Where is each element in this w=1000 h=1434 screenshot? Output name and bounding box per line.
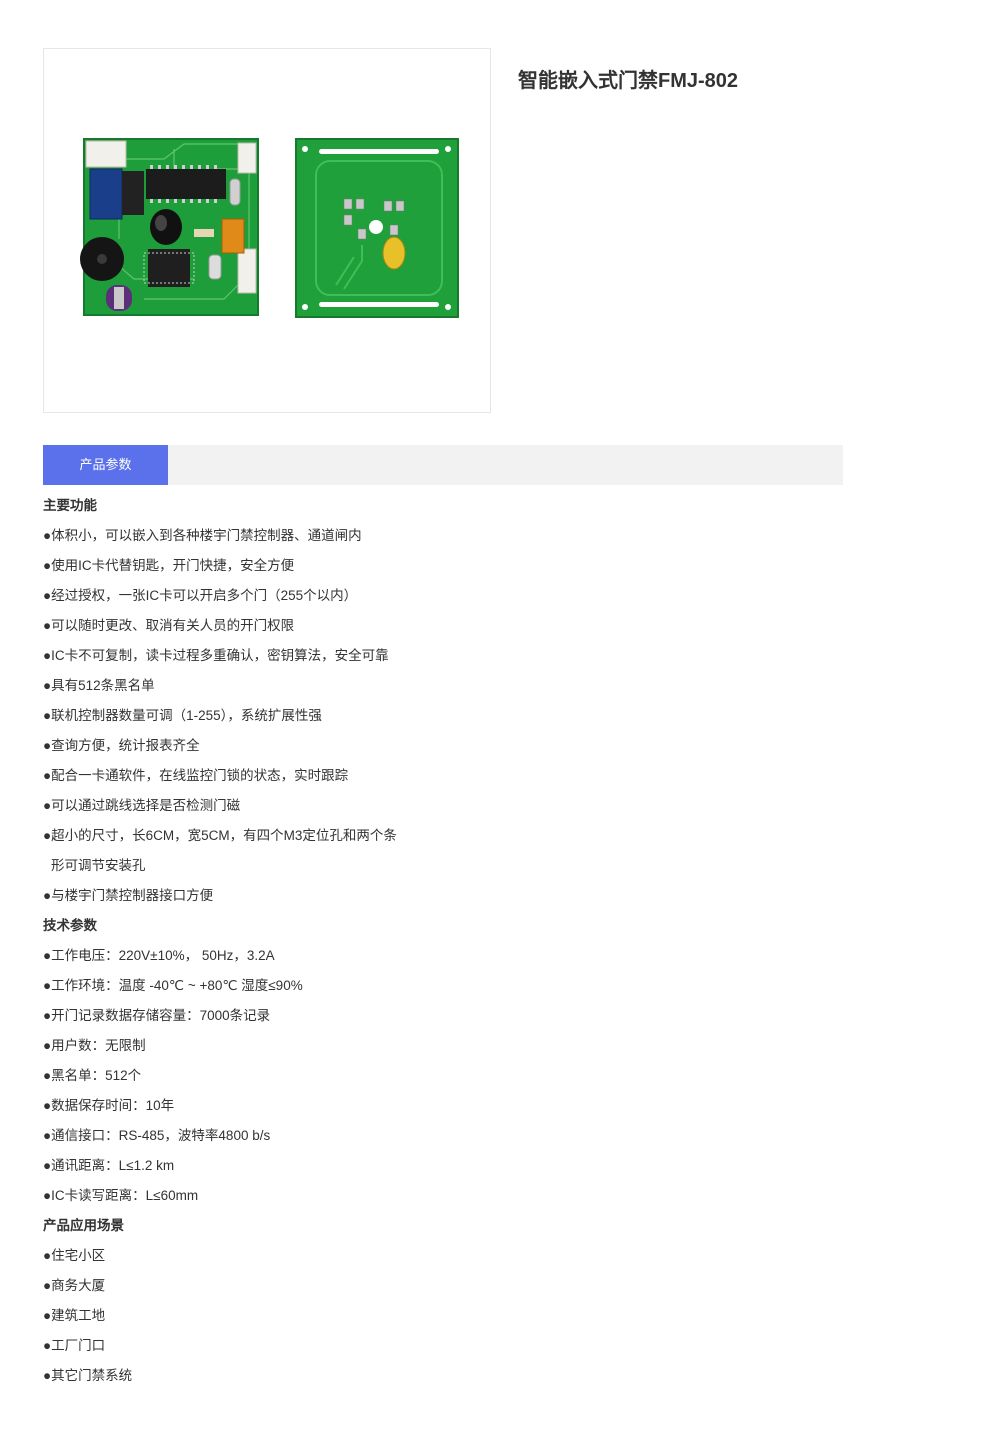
product-title: 智能嵌入式门禁FMJ-802 (518, 70, 739, 92)
spec-item: ●工作电压：220V±10%， 50Hz，3.2A (43, 948, 275, 963)
spec-item: ●IC卡读写距离：L≤60mm (43, 1188, 199, 1203)
spec-item: ●联机控制器数量可调（1-255），系统扩展性强 (43, 708, 322, 723)
section-heading: 主要功能 (43, 498, 97, 513)
spec-item: ●体积小，可以嵌入到各种楼宇门禁控制器、通道闸内 (43, 528, 362, 543)
spec-item: 形可调节安装孔 (51, 858, 146, 873)
antenna-board (295, 138, 459, 318)
spec-item: ●具有512条黑名单 (43, 678, 155, 693)
spec-item: ●数据保存时间：10年 (43, 1098, 175, 1113)
spec-item: ●工厂门口 (43, 1338, 106, 1353)
spec-item: ●商务大厦 (43, 1278, 106, 1293)
tab-bar: 产品参数 (43, 445, 843, 485)
spec-item: ●可以随时更改、取消有关人员的开门权限 (43, 618, 295, 633)
section-heading: 产品应用场景 (43, 1218, 124, 1233)
spec-item: ●超小的尺寸，长6CM，宽5CM，有四个M3定位孔和两个条 (43, 828, 397, 843)
spec-item: ●开门记录数据存储容量：7000条记录 (43, 1008, 271, 1023)
spec-item: ●使用IC卡代替钥匙，开门快捷，安全方便 (43, 558, 295, 573)
tab-product-params[interactable]: 产品参数 (43, 445, 168, 485)
spec-item: ●其它门禁系统 (43, 1368, 133, 1383)
spec-item: ●查询方便，统计报表齐全 (43, 738, 200, 753)
spec-item: ●通信接口：RS-485，波特率4800 b/s (43, 1128, 271, 1143)
spec-item: ●通讯距离：L≤1.2 km (43, 1158, 175, 1173)
spec-item: ●用户数：无限制 (43, 1038, 146, 1053)
spec-item: ●配合一卡通软件，在线监控门锁的状态，实时跟踪 (43, 768, 349, 783)
product-spec-content: 主要功能 ●体积小，可以嵌入到各种楼宇门禁控制器、通道闸内 ●使用IC卡代替钥匙，开… (43, 491, 843, 1391)
controller-board (80, 138, 259, 316)
product-image (43, 48, 491, 413)
spec-item: ●黑名单：512个 (43, 1068, 142, 1083)
spec-item: ●建筑工地 (43, 1308, 106, 1323)
spec-item: ●IC卡不可复制，读卡过程多重确认，密钥算法，安全可靠 (43, 648, 389, 663)
spec-item: ●可以通过跳线选择是否检测门磁 (43, 798, 241, 813)
spec-item: ●经过授权，一张IC卡可以开启多个门（255个以内） (43, 588, 358, 603)
section-heading: 技术参数 (43, 918, 97, 933)
pcb-boards-illustration (80, 138, 459, 318)
spec-item: ●住宅小区 (43, 1248, 106, 1263)
spec-item: ●工作环境：温度 -40℃ ~ +80℃ 湿度≤90% (43, 978, 303, 993)
spec-item: ●与楼宇门禁控制器接口方便 (43, 888, 214, 903)
